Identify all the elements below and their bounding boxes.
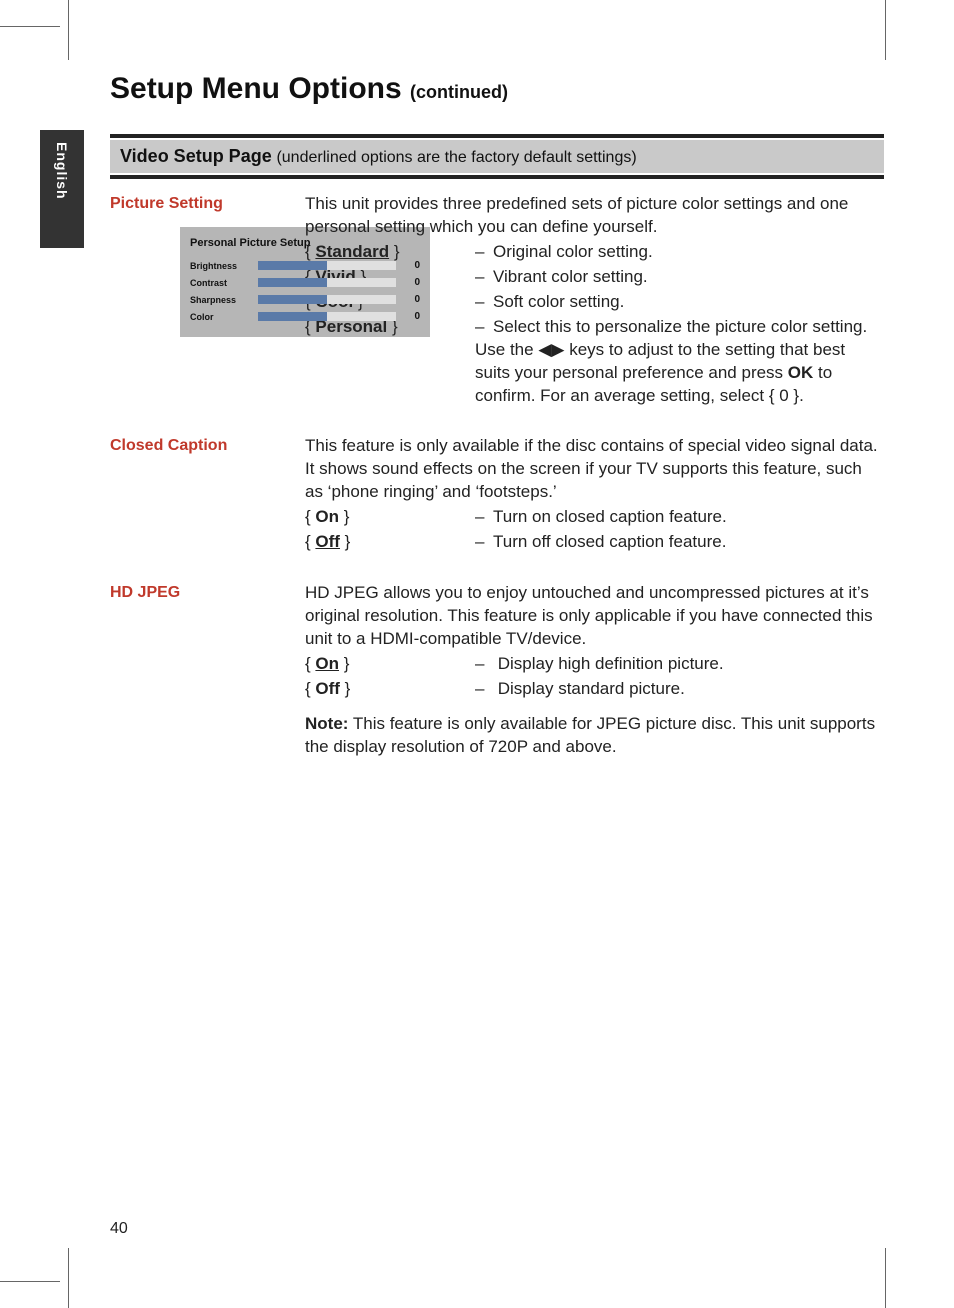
slider-label: Color [190, 312, 258, 322]
note-label: Note: [305, 714, 348, 733]
row-closed-caption: Closed Caption This feature is only avai… [110, 435, 884, 554]
intro-text: HD JPEG allows you to enjoy untouched an… [305, 582, 884, 651]
option-desc: –Soft color setting. [475, 291, 884, 314]
option-desc: –Turn on closed caption feature. [475, 506, 884, 529]
option-key: { On } [305, 653, 475, 676]
label-hd-jpeg: HD JPEG [110, 582, 305, 602]
option-name: Off [315, 532, 340, 551]
option-desc: –Original color setting. [475, 241, 884, 264]
slider-bar [258, 261, 396, 270]
page-title: Setup Menu Options (continued) [110, 72, 884, 106]
option-desc: – Display standard picture. [475, 678, 884, 701]
section-header-title: Video Setup Page [120, 146, 272, 166]
content-body: Picture Setting Personal Picture Setup B… [110, 193, 884, 759]
title-continued: (continued) [410, 82, 508, 102]
option-name: On [315, 654, 339, 673]
option-name: Standard [315, 242, 389, 261]
slider-label: Brightness [190, 261, 258, 271]
option-desc: –Turn off closed caption feature. [475, 531, 884, 554]
slider-bar [258, 312, 396, 321]
ok-label: OK [788, 363, 814, 382]
slider-label: Contrast [190, 278, 258, 288]
left-arrow-icon: ◀ [538, 340, 551, 359]
row-picture-setting: Picture Setting Personal Picture Setup B… [110, 193, 884, 407]
intro-text: This unit provides three predefined sets… [305, 193, 884, 239]
slider-bar [258, 278, 396, 287]
note-text: This feature is only available for JPEG … [305, 714, 875, 756]
label-text: Picture Setting [110, 195, 305, 213]
slider-bar [258, 295, 396, 304]
hd-jpeg-note: Note: This feature is only available for… [305, 713, 884, 759]
rule-bottom [110, 175, 884, 179]
option-name: Off [315, 679, 340, 698]
intro-text: This feature is only available if the di… [305, 435, 884, 504]
option-desc-text: Original color setting. [493, 242, 653, 261]
option-desc-text: Display high definition picture. [498, 654, 724, 673]
option-cc-off: { Off } –Turn off closed caption feature… [305, 531, 884, 554]
body-hd-jpeg: HD JPEG allows you to enjoy untouched an… [305, 582, 884, 759]
page-number: 40 [110, 1220, 128, 1238]
page-content: Setup Menu Options (continued) Video Set… [0, 0, 954, 1308]
option-cc-on: { On } –Turn on closed caption feature. [305, 506, 884, 529]
rule-top [110, 134, 884, 138]
option-desc-text: Turn on closed caption feature. [493, 507, 727, 526]
body-closed-caption: This feature is only available if the di… [305, 435, 884, 554]
option-desc: –Vibrant color setting. [475, 266, 884, 289]
row-hd-jpeg: HD JPEG HD JPEG allows you to enjoy unto… [110, 582, 884, 759]
option-hdjpeg-off: { Off } – Display standard picture. [305, 678, 884, 701]
option-key: { Off } [305, 678, 475, 701]
option-desc: –Select this to personalize the picture … [475, 316, 884, 408]
title-main: Setup Menu Options [110, 72, 402, 105]
option-key: { Off } [305, 531, 475, 554]
section-header: Video Setup Page (underlined options are… [110, 140, 884, 173]
option-name: On [315, 507, 339, 526]
slider-label: Sharpness [190, 295, 258, 305]
option-desc-text: Soft color setting. [493, 292, 624, 311]
option-desc-text: Turn off closed caption feature. [493, 532, 726, 551]
label-closed-caption: Closed Caption [110, 435, 305, 455]
option-key: { On } [305, 506, 475, 529]
section-header-note: (underlined options are the factory defa… [276, 149, 636, 166]
right-arrow-icon: ▶ [551, 340, 564, 359]
option-desc-text: Vibrant color setting. [493, 267, 648, 286]
option-personal: { Personal } –Select this to personalize… [305, 316, 884, 408]
option-desc: – Display high definition picture. [475, 653, 884, 676]
option-desc-text: Display standard picture. [498, 679, 685, 698]
option-hdjpeg-on: { On } – Display high definition picture… [305, 653, 884, 676]
label-picture-setting: Picture Setting Personal Picture Setup B… [110, 193, 305, 337]
